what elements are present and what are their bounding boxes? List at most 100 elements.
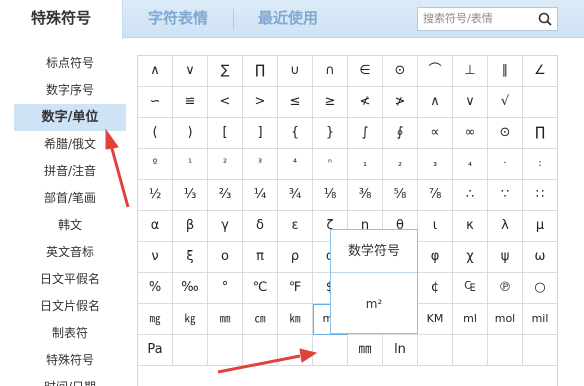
symbol-cell[interactable]: ∏ bbox=[523, 118, 557, 149]
symbol-cell[interactable]: ⊥ bbox=[453, 56, 488, 87]
symbol-cell[interactable]: ⅓ bbox=[173, 180, 208, 211]
symbol-cell[interactable]: ∨ bbox=[173, 56, 208, 87]
symbol-cell[interactable]: ¼ bbox=[243, 180, 278, 211]
tab-recent[interactable]: 最近使用 bbox=[233, 0, 343, 38]
symbol-cell[interactable]: ℗ bbox=[488, 273, 523, 304]
symbol-cell[interactable] bbox=[418, 335, 453, 366]
symbol-cell[interactable]: ∈ bbox=[348, 56, 383, 87]
symbol-cell[interactable]: ∪ bbox=[278, 56, 313, 87]
symbol-cell[interactable]: δ bbox=[243, 211, 278, 242]
symbol-cell[interactable]: ⅛ bbox=[313, 180, 348, 211]
sidebar-item[interactable]: 拼音/注音 bbox=[14, 158, 126, 185]
symbol-cell[interactable]: ∩ bbox=[313, 56, 348, 87]
symbol-cell[interactable]: ⌒ bbox=[418, 56, 453, 87]
sidebar-item[interactable]: 时间/日期 bbox=[14, 374, 126, 386]
symbol-cell[interactable]: ≤ bbox=[278, 87, 313, 118]
symbol-cell[interactable]: ½ bbox=[138, 180, 173, 211]
symbol-cell[interactable] bbox=[523, 87, 557, 118]
symbol-cell[interactable]: ∷ bbox=[523, 180, 557, 211]
symbol-cell[interactable]: ≥ bbox=[313, 87, 348, 118]
symbol-cell[interactable]: > bbox=[243, 87, 278, 118]
symbol-cell[interactable]: mil bbox=[523, 304, 557, 335]
symbol-cell[interactable]: ∏ bbox=[243, 56, 278, 87]
symbol-cell[interactable]: < bbox=[208, 87, 243, 118]
symbol-cell[interactable]: κ bbox=[453, 211, 488, 242]
sidebar-item[interactable]: 数字序号 bbox=[14, 77, 126, 104]
symbol-cell[interactable] bbox=[523, 335, 557, 366]
symbol-cell[interactable] bbox=[488, 335, 523, 366]
symbol-cell[interactable]: ∫ bbox=[348, 118, 383, 149]
symbol-cell[interactable]: ( bbox=[138, 118, 173, 149]
tab-emoticons[interactable]: 字符表情 bbox=[123, 0, 233, 38]
symbol-cell[interactable]: ⁿ bbox=[313, 149, 348, 180]
symbol-cell[interactable]: ₠ bbox=[453, 273, 488, 304]
symbol-cell[interactable]: ln bbox=[383, 335, 418, 366]
symbol-cell[interactable]: ° bbox=[208, 273, 243, 304]
symbol-cell[interactable]: ⊙ bbox=[383, 56, 418, 87]
symbol-cell[interactable]: ∽ bbox=[138, 87, 173, 118]
symbol-cell[interactable]: ≌ bbox=[173, 87, 208, 118]
sidebar-item[interactable]: 日文片假名 bbox=[14, 293, 126, 320]
symbol-cell[interactable]: ∠ bbox=[523, 56, 557, 87]
symbol-cell[interactable]: ) bbox=[173, 118, 208, 149]
symbol-cell[interactable]: % bbox=[138, 273, 173, 304]
symbol-cell[interactable]: χ bbox=[453, 242, 488, 273]
symbol-cell[interactable]: Pa bbox=[138, 335, 173, 366]
symbol-cell[interactable]: ∧ bbox=[418, 87, 453, 118]
symbol-cell[interactable]: ξ bbox=[173, 242, 208, 273]
symbol-cell[interactable]: ³ bbox=[243, 149, 278, 180]
symbol-cell[interactable]: ¢ bbox=[418, 273, 453, 304]
sidebar-item[interactable]: 英文音标 bbox=[14, 239, 126, 266]
symbol-cell[interactable]: ∥ bbox=[488, 56, 523, 87]
sidebar-item[interactable]: 部首/笔画 bbox=[14, 185, 126, 212]
symbol-cell[interactable]: ㎜ bbox=[348, 335, 383, 366]
symbol-cell[interactable]: ‰ bbox=[173, 273, 208, 304]
sidebar-item[interactable]: 希腊/俄文 bbox=[14, 131, 126, 158]
symbol-cell[interactable]: ㎝ bbox=[243, 304, 278, 335]
symbol-cell[interactable]: ν bbox=[138, 242, 173, 273]
symbol-cell[interactable]: ∮ bbox=[383, 118, 418, 149]
symbol-cell[interactable]: ₂ bbox=[383, 149, 418, 180]
sidebar-item[interactable]: 特殊符号 bbox=[14, 347, 126, 374]
symbol-cell[interactable]: ε bbox=[278, 211, 313, 242]
symbol-cell[interactable]: ι bbox=[418, 211, 453, 242]
symbol-cell[interactable]: φ bbox=[418, 242, 453, 273]
sidebar-item[interactable]: 制表符 bbox=[14, 320, 126, 347]
symbol-cell[interactable]: ² bbox=[208, 149, 243, 180]
sidebar-item[interactable]: 日文平假名 bbox=[14, 266, 126, 293]
symbol-cell[interactable]: ∝ bbox=[418, 118, 453, 149]
symbol-cell[interactable]: ≮ bbox=[348, 87, 383, 118]
sidebar-item[interactable]: 标点符号 bbox=[14, 50, 126, 77]
symbol-cell[interactable]: ∨ bbox=[453, 87, 488, 118]
symbol-cell[interactable]: : bbox=[523, 149, 557, 180]
symbol-cell[interactable]: μ bbox=[523, 211, 557, 242]
symbol-cell[interactable]: γ bbox=[208, 211, 243, 242]
symbol-cell[interactable]: ∑ bbox=[208, 56, 243, 87]
symbol-cell[interactable]: · bbox=[488, 149, 523, 180]
symbol-cell[interactable]: ∧ bbox=[138, 56, 173, 87]
symbol-cell[interactable]: ℉ bbox=[278, 273, 313, 304]
symbol-cell[interactable] bbox=[313, 335, 348, 366]
symbol-cell[interactable]: ¹ bbox=[173, 149, 208, 180]
symbol-cell[interactable]: º bbox=[138, 149, 173, 180]
symbol-cell[interactable]: ω bbox=[523, 242, 557, 273]
symbol-cell[interactable] bbox=[243, 335, 278, 366]
symbol-cell[interactable]: ㎎ bbox=[138, 304, 173, 335]
symbol-cell[interactable]: α bbox=[138, 211, 173, 242]
symbol-cell[interactable]: mol bbox=[488, 304, 523, 335]
symbol-cell[interactable]: β bbox=[173, 211, 208, 242]
symbol-cell[interactable]: ⊙ bbox=[488, 118, 523, 149]
symbol-cell[interactable] bbox=[278, 335, 313, 366]
symbol-cell[interactable]: ∴ bbox=[453, 180, 488, 211]
symbol-cell[interactable]: { bbox=[278, 118, 313, 149]
symbol-cell[interactable]: ml bbox=[453, 304, 488, 335]
symbol-cell[interactable]: [ bbox=[208, 118, 243, 149]
symbol-cell[interactable]: ο bbox=[208, 242, 243, 273]
symbol-cell[interactable]: ] bbox=[243, 118, 278, 149]
symbol-cell[interactable]: ρ bbox=[278, 242, 313, 273]
symbol-cell[interactable]: ⅝ bbox=[383, 180, 418, 211]
search-icon[interactable] bbox=[537, 11, 553, 27]
symbol-cell[interactable]: ⅞ bbox=[418, 180, 453, 211]
symbol-cell[interactable]: ₁ bbox=[348, 149, 383, 180]
symbol-cell[interactable]: π bbox=[243, 242, 278, 273]
